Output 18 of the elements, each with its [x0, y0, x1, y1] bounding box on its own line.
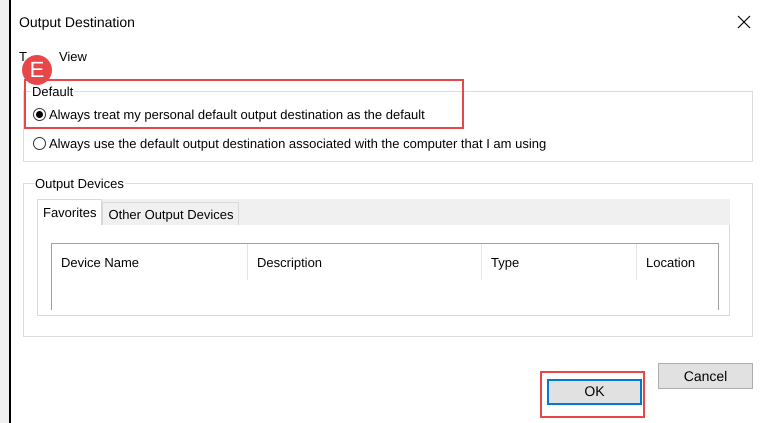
group-title: Output Devices	[34, 176, 125, 191]
column-header[interactable]: Device Name	[52, 244, 248, 280]
column-header[interactable]: Description	[248, 244, 482, 280]
menu-item[interactable]: View	[58, 48, 87, 64]
group-title: Default	[31, 84, 74, 99]
radio-button[interactable]	[33, 137, 46, 150]
close-icon[interactable]	[737, 15, 751, 29]
column-header[interactable]: Location	[637, 244, 717, 280]
radio-label[interactable]: Always treat my personal default output destination as the default	[49, 107, 425, 122]
column-header[interactable]: Type	[482, 244, 637, 280]
tab[interactable]: Favorites	[37, 199, 102, 225]
radio-button[interactable]	[33, 108, 46, 121]
ok-button[interactable]: OK	[547, 379, 642, 405]
tab[interactable]: Other Output Devices	[102, 202, 240, 225]
cancel-button[interactable]: Cancel	[658, 363, 753, 389]
window-title: Output Destination	[19, 14, 135, 30]
radio-label[interactable]: Always use the default output destination associated with the computer that I am using	[49, 136, 546, 151]
annotation-badge: E	[22, 55, 52, 85]
